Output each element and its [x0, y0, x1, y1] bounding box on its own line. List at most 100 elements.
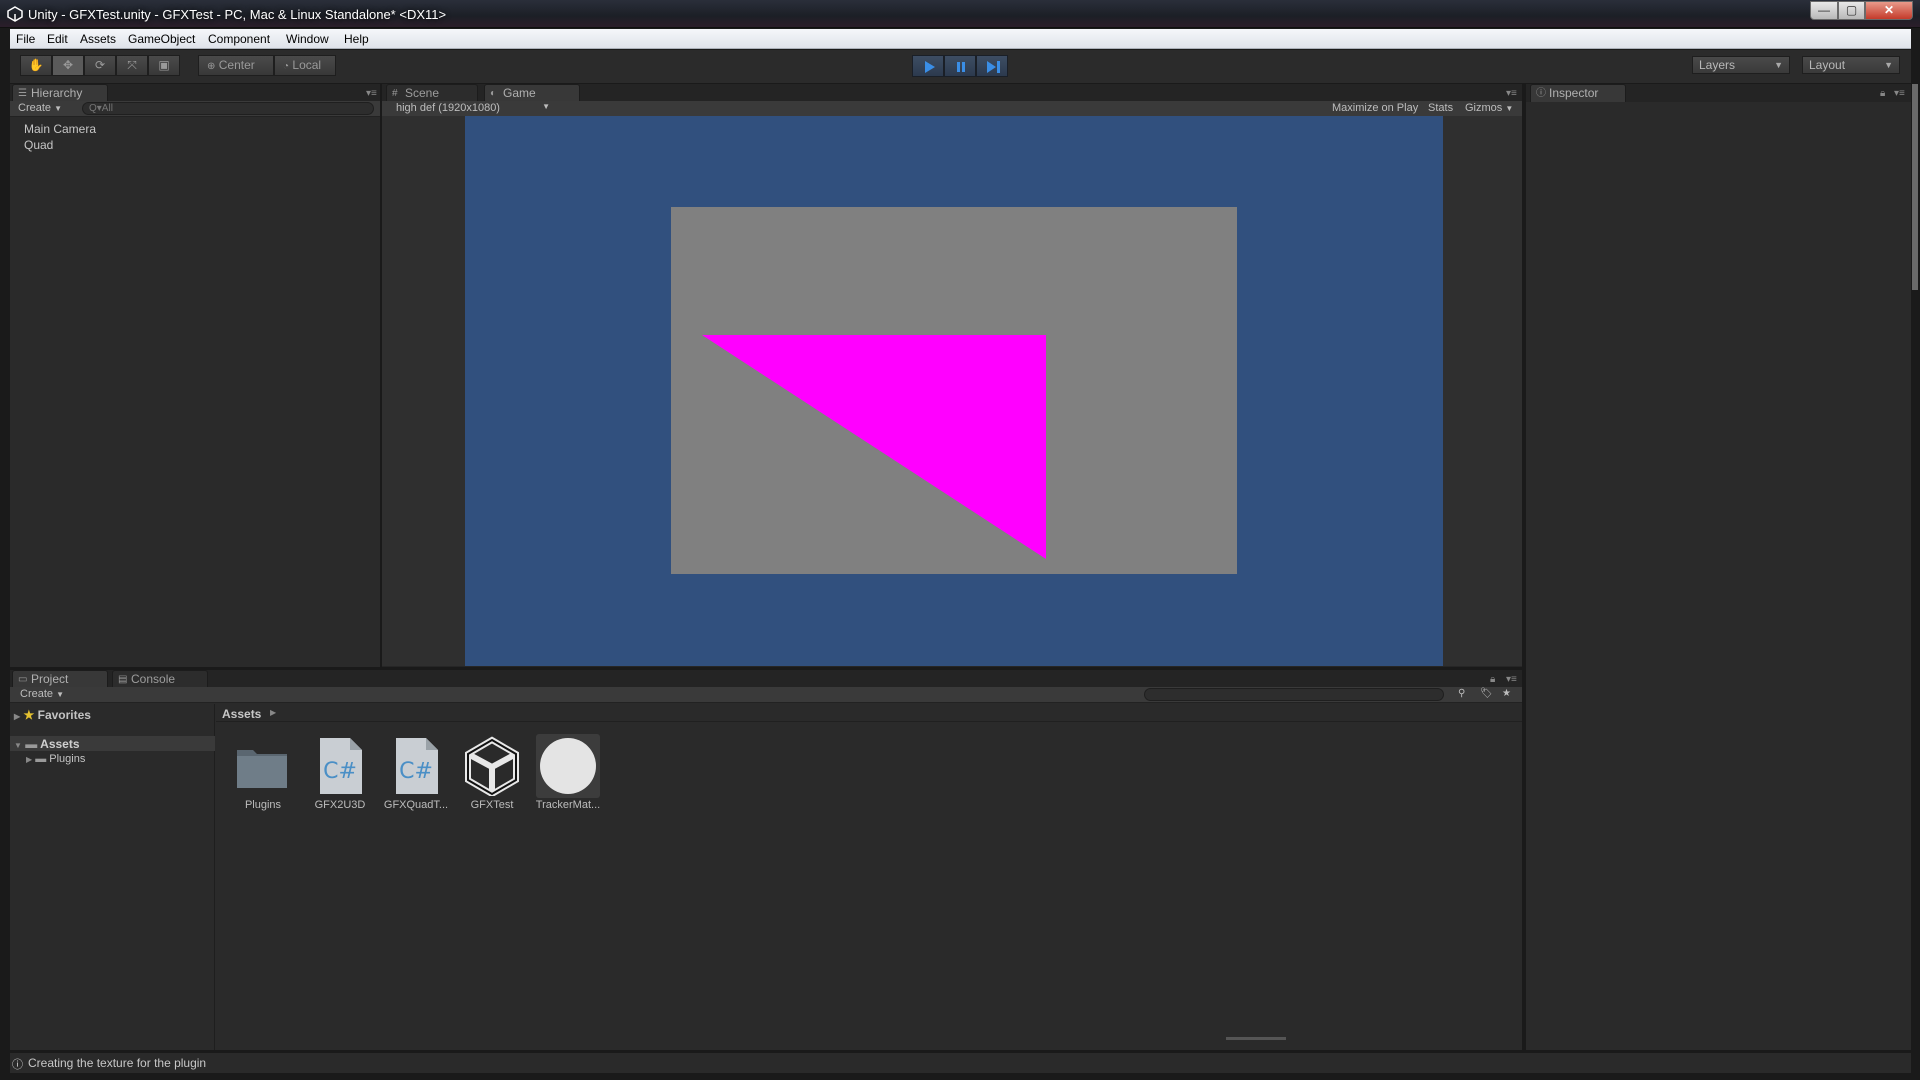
gizmos-dropdown[interactable]: Gizmos ▼	[1465, 102, 1513, 114]
panel-menu-icon[interactable]: ▾≡	[366, 88, 377, 99]
panel-menu-icon[interactable]: ▾≡	[1506, 88, 1517, 99]
svg-text:C#: C#	[399, 759, 433, 784]
menu-bar: File Edit Assets GameObject Component Wi…	[10, 29, 1911, 49]
scale-tool-button[interactable]: ⤧	[116, 55, 148, 76]
hierarchy-panel	[10, 84, 380, 667]
hierarchy-tabstrip: ☰ Hierarchy ▾≡	[10, 84, 380, 102]
filter-by-type-icon[interactable]: ⚲	[1458, 688, 1465, 699]
menu-assets[interactable]: Assets	[80, 32, 116, 46]
scale-icon: ⤧	[127, 58, 137, 72]
status-message[interactable]: Creating the texture for the plugin	[28, 1056, 206, 1070]
hierarchy-item-main-camera[interactable]: Main Camera	[24, 122, 96, 136]
asset-label-gfx2u3d[interactable]: GFX2U3D	[302, 799, 378, 811]
breadcrumb-assets[interactable]: Assets	[222, 707, 261, 721]
game-view-toolbar: high def (1920x1080) ▼ Maximize on Play …	[382, 101, 1522, 117]
asset-label-trackermat[interactable]: TrackerMat...	[530, 799, 606, 811]
project-tree: ▶ ★ Favorites ▼ ▬ Assets ▶ ▬ Plugins	[10, 704, 215, 1050]
move-tool-button[interactable]: ✥	[52, 55, 84, 76]
main-toolbar: ✋ ✥ ⟳ ⤧ ▣ ⊕ Center ◔ Local Layers ▼ Layo…	[10, 50, 1911, 83]
favorite-star-icon[interactable]: ★	[1502, 688, 1511, 699]
unity-logo-icon	[7, 6, 23, 22]
center-tabstrip: # Scene ◐ Game ▾≡	[382, 84, 1522, 102]
breadcrumb: Assets ▶	[216, 704, 1522, 722]
layers-dropdown[interactable]: Layers ▼	[1692, 56, 1790, 74]
layout-dropdown[interactable]: Layout ▼	[1802, 56, 1900, 74]
rotate-icon: ⟳	[94, 58, 106, 72]
step-button[interactable]	[976, 55, 1008, 77]
favorites-label: Favorites	[37, 708, 91, 722]
chevron-down-icon: ▼	[1884, 60, 1893, 70]
hierarchy-create-button[interactable]: Create ▼	[18, 102, 62, 114]
rect-icon: ▣	[158, 58, 170, 72]
step-icon	[987, 61, 1000, 73]
lock-icon[interactable]: 🔒︎	[1880, 88, 1885, 99]
asset-label-gfxquadt[interactable]: GFXQuadT...	[378, 799, 454, 811]
filter-by-label-icon[interactable]: 🏷︎	[1480, 688, 1493, 699]
project-search-input[interactable]	[1144, 688, 1444, 701]
stats-toggle[interactable]: Stats	[1428, 102, 1453, 114]
material-sphere-icon[interactable]	[538, 736, 598, 796]
console-tab-label: Console	[131, 672, 176, 686]
tab-hierarchy[interactable]: ☰ Hierarchy	[12, 84, 108, 102]
chevron-right-icon: ▶	[270, 708, 277, 717]
menu-component[interactable]: Component	[208, 32, 270, 46]
tree-assets-row: ▼ ▬ Assets	[14, 737, 80, 751]
hierarchy-item-quad[interactable]: Quad	[24, 138, 53, 152]
chevron-right-icon: ▶	[14, 712, 21, 721]
inspector-scrollbar[interactable]	[1912, 84, 1918, 290]
tab-game[interactable]: ◐ Game	[484, 84, 580, 102]
tree-assets-label: Assets	[40, 737, 80, 751]
menu-file[interactable]: File	[16, 32, 35, 46]
pause-button[interactable]	[944, 55, 976, 77]
panel-menu-icon[interactable]: ▾≡	[1506, 674, 1517, 685]
rotate-tool-button[interactable]: ⟳	[84, 55, 116, 76]
star-icon: ★	[23, 708, 35, 722]
asset-label-plugins[interactable]: Plugins	[225, 799, 301, 811]
folder-icon[interactable]	[233, 736, 293, 796]
tab-console[interactable]: ▤ Console	[112, 670, 208, 688]
menu-help[interactable]: Help	[344, 32, 369, 46]
csharp-script-icon[interactable]: C#	[310, 736, 370, 796]
tab-inspector[interactable]: ⓘ Inspector	[1530, 84, 1626, 102]
minimize-button[interactable]: —	[1810, 1, 1838, 20]
hand-tool-button[interactable]: ✋	[20, 55, 52, 76]
space-toggle-button[interactable]: ◔ Local	[274, 55, 336, 76]
close-button[interactable]: ✕	[1865, 1, 1913, 20]
chevron-down-icon: ▼	[542, 102, 550, 111]
panel-menu-icon[interactable]: ▾≡	[1894, 88, 1905, 99]
chevron-down-icon: ▼	[1505, 104, 1514, 113]
asset-label-gfxtest[interactable]: GFXTest	[454, 799, 530, 811]
chevron-down-icon: ▼	[56, 690, 65, 699]
window-title: Unity - GFXTest.unity - GFXTest - PC, Ma…	[28, 7, 447, 22]
maximize-on-play-toggle[interactable]: Maximize on Play	[1332, 102, 1418, 114]
icon-size-slider[interactable]	[1226, 1037, 1286, 1040]
hand-icon: ✋	[28, 58, 44, 72]
pivot-toggle-button[interactable]: ⊕ Center	[198, 55, 274, 76]
resolution-dropdown[interactable]: high def (1920x1080) ▼	[396, 102, 552, 114]
play-button[interactable]	[912, 55, 944, 77]
unity-scene-icon[interactable]	[462, 736, 522, 796]
layout-label: Layout	[1809, 58, 1846, 72]
tab-scene[interactable]: # Scene	[386, 84, 478, 102]
project-toolbar: Create ▼ ⚲ 🏷︎ ★	[10, 687, 1522, 703]
lock-icon[interactable]: 🔒︎	[1490, 674, 1495, 685]
list-icon: ☰	[18, 88, 27, 99]
tree-item-plugins[interactable]: ▶ ▬ Plugins	[26, 753, 85, 765]
tree-plugins-label: Plugins	[49, 753, 86, 765]
tab-project[interactable]: ▭ Project	[12, 670, 108, 688]
project-create-button[interactable]: Create ▼	[20, 688, 64, 700]
menu-window[interactable]: Window	[286, 32, 329, 46]
menu-edit[interactable]: Edit	[47, 32, 68, 46]
favorites-section[interactable]: ▶ ★ Favorites	[14, 708, 91, 722]
game-tab-label: Game	[503, 86, 536, 100]
hierarchy-tab-label: Hierarchy	[31, 86, 83, 100]
hierarchy-toolbar: Create ▼	[10, 101, 380, 117]
csharp-script-icon[interactable]: C#	[386, 736, 446, 796]
hierarchy-search-input[interactable]	[82, 102, 374, 115]
rect-tool-button[interactable]: ▣	[148, 55, 180, 76]
pause-icon	[957, 62, 965, 72]
status-bar: ⓘ Creating the texture for the plugin	[10, 1053, 1911, 1073]
maximize-button[interactable]: ▢	[1838, 1, 1865, 20]
menu-gameobject[interactable]: GameObject	[128, 32, 195, 46]
console-icon: ▤	[118, 674, 128, 685]
